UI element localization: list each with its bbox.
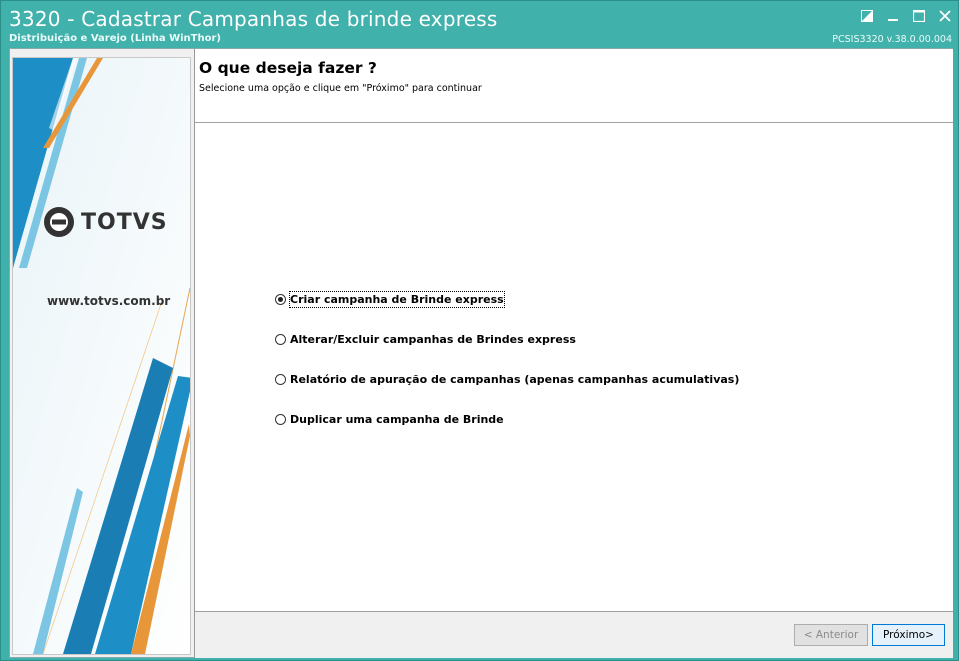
option-label[interactable]: Alterar/Excluir campanhas de Brindes exp…: [290, 332, 576, 347]
totvs-logo: TOTVS: [43, 206, 168, 238]
option-alterar-excluir[interactable]: Alterar/Excluir campanhas de Brindes exp…: [275, 332, 739, 372]
close-icon[interactable]: [938, 9, 952, 23]
totvs-logo-text: TOTVS: [81, 209, 168, 235]
app-window: 3320 - Cadastrar Campanhas de brinde exp…: [0, 0, 959, 661]
totvs-banner: TOTVS www.totvs.com.br: [12, 57, 191, 655]
maximize-icon[interactable]: [912, 9, 926, 23]
wizard-page: O que deseja fazer ? Selecione uma opção…: [194, 49, 953, 658]
title-bar[interactable]: 3320 - Cadastrar Campanhas de brinde exp…: [1, 1, 958, 47]
wizard-footer: < Anterior Próximo>: [195, 611, 953, 658]
restore-icon[interactable]: [860, 9, 874, 23]
totvs-url: www.totvs.com.br: [47, 294, 171, 308]
option-label[interactable]: Criar campanha de Brinde express: [289, 291, 505, 308]
banner-graphic: [13, 58, 190, 654]
page-title: O que deseja fazer ?: [199, 59, 377, 77]
option-criar-campanha[interactable]: Criar campanha de Brinde express: [275, 291, 739, 332]
header-divider: [195, 122, 953, 123]
window-controls: [860, 7, 952, 25]
window-subtitle: Distribuição e Varejo (Linha WinThor): [9, 33, 221, 44]
previous-button[interactable]: < Anterior: [794, 624, 868, 646]
option-relatorio-apuracao[interactable]: Relatório de apuração de campanhas (apen…: [275, 372, 739, 412]
option-duplicar-campanha[interactable]: Duplicar uma campanha de Brinde: [275, 412, 739, 452]
radio-button-selected[interactable]: [275, 294, 286, 305]
option-group: Criar campanha de Brinde express Alterar…: [275, 291, 739, 452]
radio-button[interactable]: [275, 334, 286, 345]
totvs-logo-icon: [44, 207, 74, 237]
minimize-icon[interactable]: [886, 9, 900, 23]
option-label[interactable]: Relatório de apuração de campanhas (apen…: [290, 372, 739, 387]
radio-button[interactable]: [275, 374, 286, 385]
window-title: 3320 - Cadastrar Campanhas de brinde exp…: [9, 7, 498, 31]
page-instruction: Selecione uma opção e clique em "Próximo…: [199, 83, 482, 94]
next-button[interactable]: Próximo>: [872, 624, 945, 646]
wizard-client-area: TOTVS www.totvs.com.br O que deseja faze…: [9, 48, 953, 658]
option-label[interactable]: Duplicar uma campanha de Brinde: [290, 412, 504, 427]
radio-button[interactable]: [275, 414, 286, 425]
wizard-header: O que deseja fazer ? Selecione uma opção…: [195, 49, 953, 121]
version-label: PCSIS3320 v.38.0.00.004: [832, 34, 952, 45]
